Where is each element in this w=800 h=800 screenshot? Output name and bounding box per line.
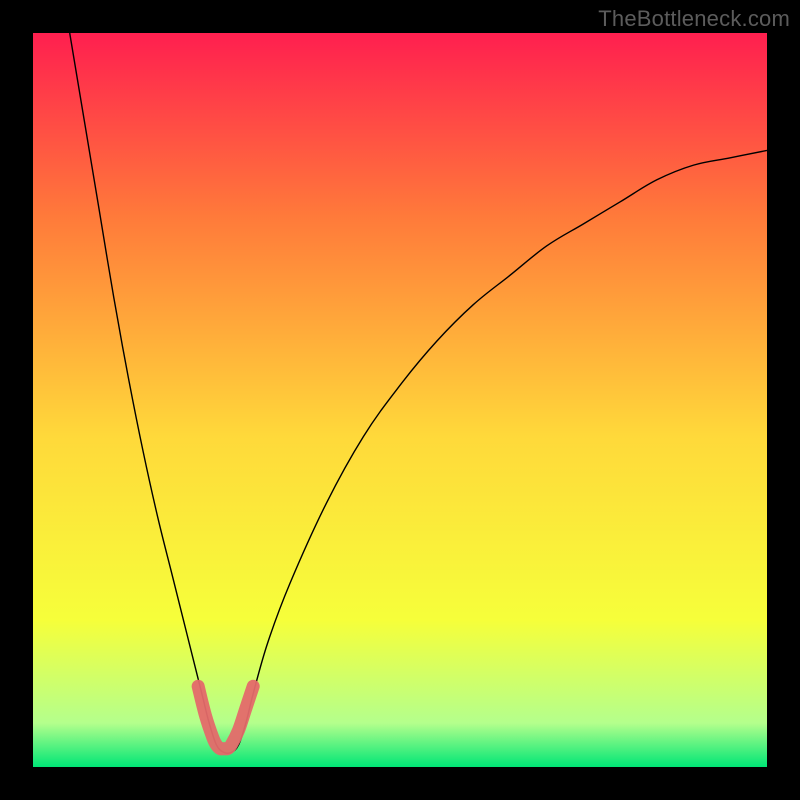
chart-frame: TheBottleneck.com [0, 0, 800, 800]
gradient-background [33, 33, 767, 767]
plot-area [33, 33, 767, 767]
watermark-text: TheBottleneck.com [598, 6, 790, 32]
chart-svg [33, 33, 767, 767]
